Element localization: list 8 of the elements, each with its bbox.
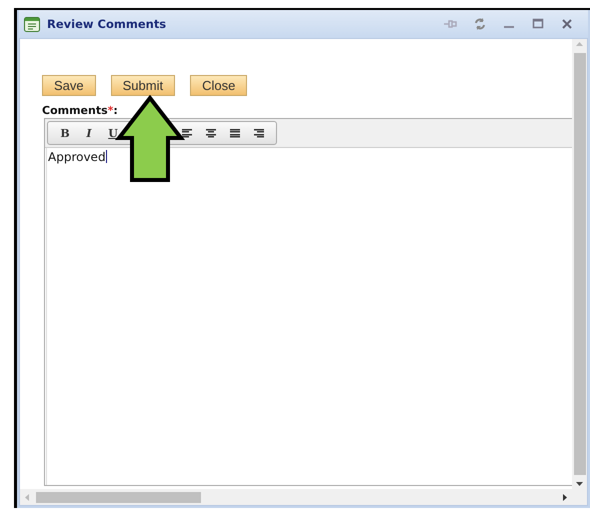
window-title: Review Comments	[47, 17, 168, 31]
action-button[interactable]: Close	[190, 75, 248, 96]
italic-button[interactable]: I	[78, 125, 100, 141]
action-button[interactable]: Save	[42, 75, 96, 96]
underline-button[interactable]: U	[107, 125, 119, 141]
bold-button[interactable]: B	[54, 125, 76, 141]
field-label: Comments*:	[42, 104, 119, 117]
action-button[interactable]: Submit	[110, 75, 176, 96]
